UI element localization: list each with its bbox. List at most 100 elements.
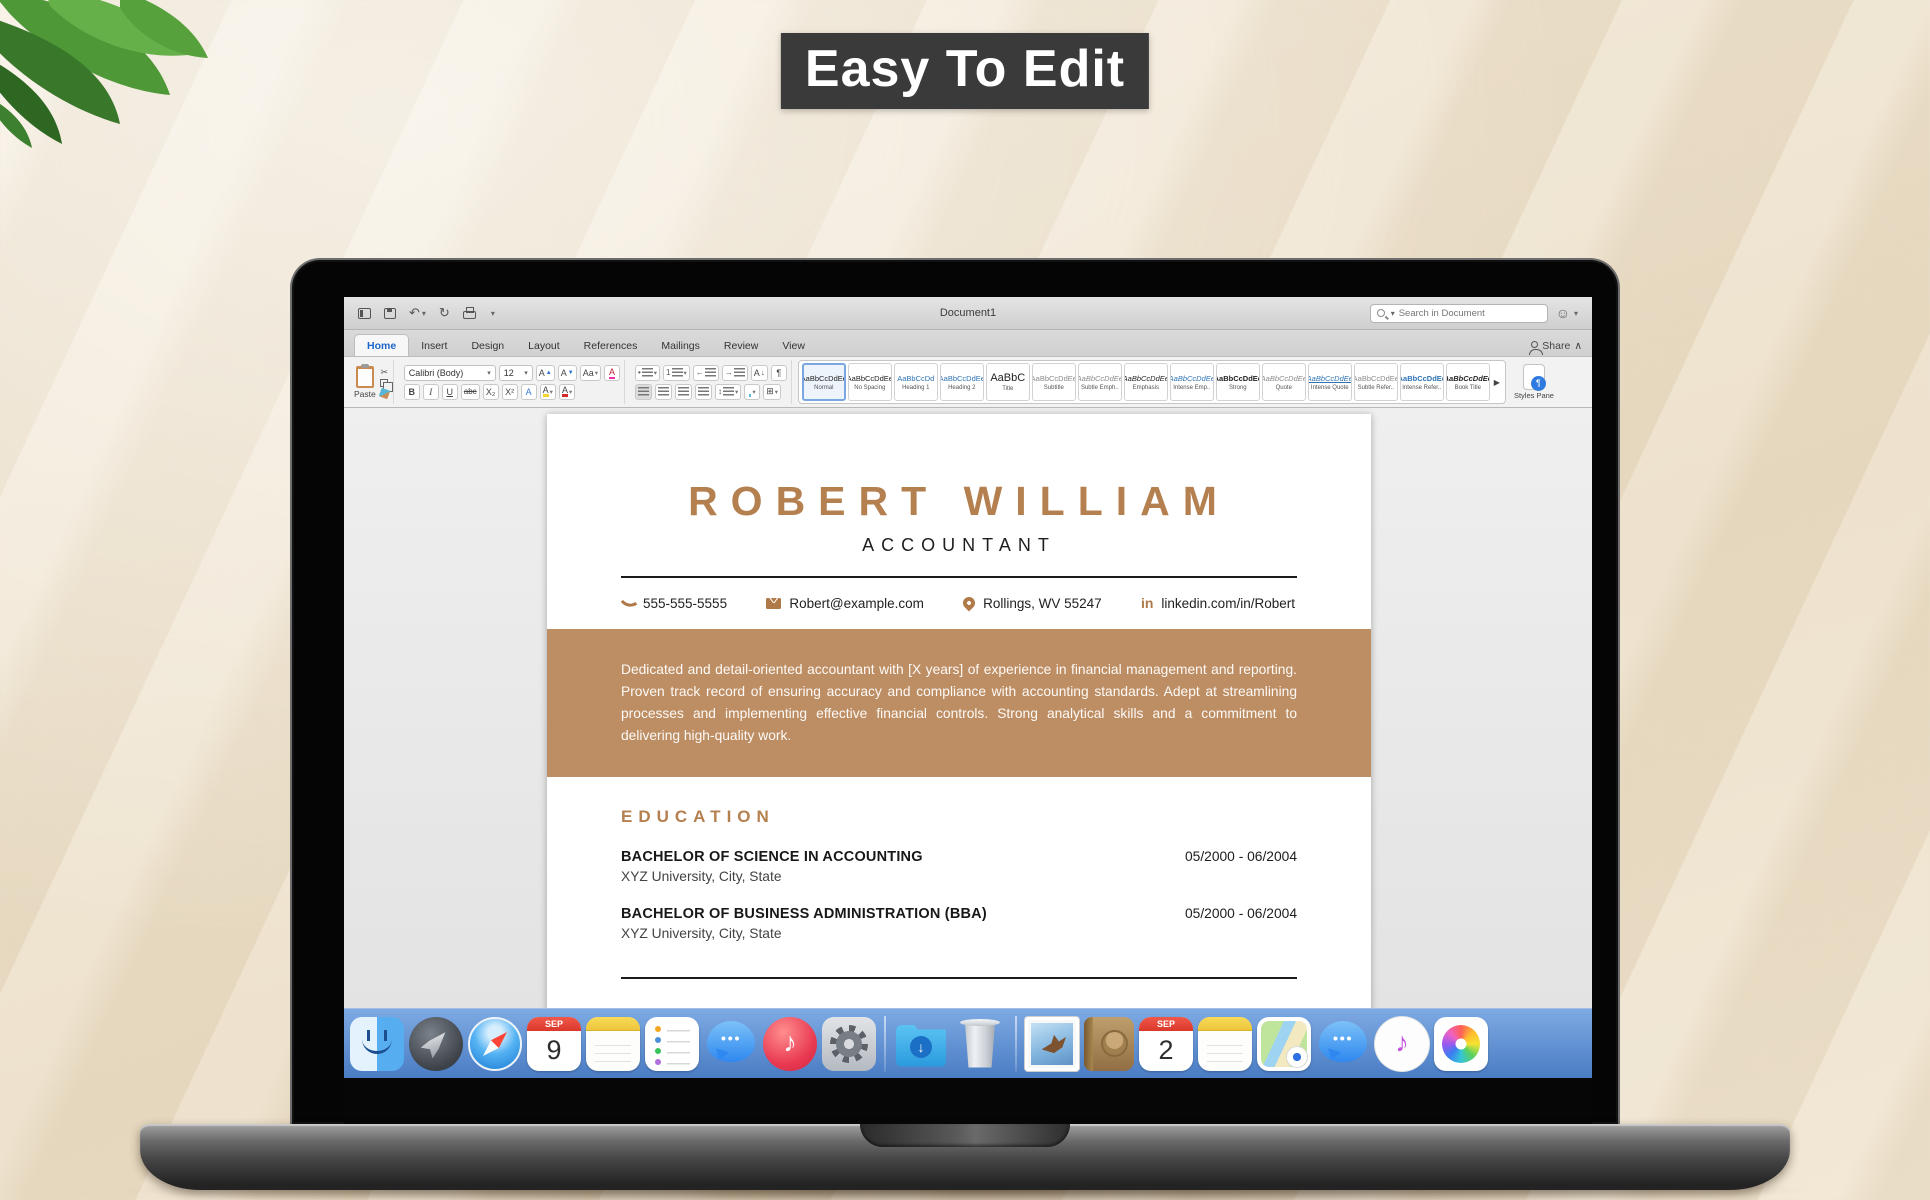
dock-reminders-icon[interactable]	[645, 1016, 699, 1071]
tab-design[interactable]: Design	[459, 335, 516, 356]
tab-view[interactable]: View	[770, 335, 817, 356]
dock-messages2-icon[interactable]	[1316, 1017, 1370, 1071]
paste-button[interactable]: Paste	[354, 363, 376, 399]
style-strong[interactable]: AaBbCcDdEe Strong	[1215, 363, 1260, 401]
align-left-button[interactable]	[634, 383, 652, 400]
dock-calendar2-icon[interactable]: SEP 2	[1139, 1016, 1193, 1071]
show-paragraph-marks-button[interactable]: ¶	[770, 364, 787, 381]
dock-calendar-icon[interactable]: SEP 9	[527, 1016, 581, 1071]
cut-icon[interactable]: ✂	[380, 367, 388, 377]
toolbar-options-icon[interactable]: ▾	[489, 309, 495, 318]
divider	[621, 576, 1297, 578]
subscript-button[interactable]: X₂	[482, 383, 499, 400]
dock-finder-icon[interactable]	[350, 1016, 404, 1071]
collapse-ribbon-icon[interactable]: ∧	[1574, 340, 1582, 352]
styles-overflow-icon[interactable]: ▶	[1492, 378, 1502, 387]
style-title[interactable]: AaBbC Title	[985, 363, 1030, 401]
change-case-button[interactable]: Aa ▾	[579, 364, 601, 381]
align-right-button[interactable]	[674, 383, 692, 400]
borders-button[interactable]: ⊞ ▾	[763, 383, 782, 400]
laptop-base	[140, 1124, 1790, 1190]
style-normal[interactable]: AaBbCcDdEe Normal	[801, 363, 846, 401]
grow-font-button[interactable]: A ▲	[535, 364, 555, 381]
contact-email: Robert@example.com	[766, 595, 924, 611]
search-input[interactable]	[1398, 307, 1541, 319]
ribbon-tab-row: Home Insert Design Layout References Mai…	[344, 330, 1592, 357]
undo-icon[interactable]: ↶ ▾	[409, 305, 426, 321]
search-icon	[1376, 309, 1385, 317]
clipboard-group: Paste ✂	[350, 360, 394, 404]
contact-linkedin: in linkedin.com/in/Robert	[1140, 595, 1295, 611]
justify-button[interactable]	[694, 383, 712, 400]
dock-downloads-icon[interactable]	[894, 1017, 948, 1071]
divider	[621, 977, 1297, 979]
styles-pane-button[interactable]: Styles Pane	[1512, 364, 1556, 400]
italic-button[interactable]: I	[422, 383, 439, 400]
copy-icon[interactable]	[380, 378, 394, 392]
word-titlebar: ↶▾ ↻ ▾ Document1 ▾ ☺▾	[344, 297, 1592, 330]
numbered-list-button[interactable]: 1 ▾	[663, 364, 690, 381]
style-book-title[interactable]: AaBbCcDdEe Book Title	[1445, 363, 1490, 401]
style-intense-quote[interactable]: AaBbCcDdEe Intense Quote	[1307, 363, 1352, 401]
bullet-list-button[interactable]: • ▾	[634, 364, 661, 381]
print-icon[interactable]	[462, 307, 476, 319]
style-heading-1[interactable]: AaBbCcDd Heading 1	[893, 363, 938, 401]
highlight-button[interactable]: A ▾	[539, 383, 556, 400]
line-spacing-button[interactable]: ↕ ▾	[714, 383, 742, 400]
style-emphasis[interactable]: AaBbCcDdEe Emphasis	[1123, 363, 1168, 401]
tab-insert[interactable]: Insert	[409, 335, 459, 356]
font-color-button[interactable]: A ▾	[558, 383, 576, 400]
align-center-button[interactable]	[654, 383, 672, 400]
styles-pane-icon	[1522, 364, 1546, 391]
style-subtitle[interactable]: AaBbCcDdEe Subtitle	[1031, 363, 1076, 401]
style-subtle-emphasis[interactable]: AaBbCcDdEe Subtle Emph..	[1077, 363, 1122, 401]
font-group: Calibri (Body) ▾ 12 ▾ A ▲ A ▼ Aa ▾ A B I U	[400, 360, 625, 404]
dock-trash-icon[interactable]	[953, 1017, 1007, 1071]
style-no-spacing[interactable]: AaBbCcDdEe No Spacing	[847, 363, 892, 401]
dock-safari-icon[interactable]	[468, 1016, 522, 1071]
redo-icon[interactable]: ↻	[439, 305, 450, 321]
superscript-button[interactable]: X²	[501, 383, 518, 400]
tab-home[interactable]: Home	[354, 334, 410, 356]
resume-page[interactable]: ROBERT WILLIAM ACCOUNTANT 555-555-5555 R…	[547, 414, 1371, 1008]
search-scope-dropdown-icon[interactable]: ▾	[1391, 309, 1395, 318]
bold-button[interactable]: B	[403, 383, 420, 400]
clear-formatting-button[interactable]: A	[603, 364, 620, 381]
dock-notes-icon[interactable]	[586, 1016, 640, 1071]
shading-button[interactable]: ▾	[744, 383, 761, 400]
dock-itunes2-icon[interactable]	[1375, 1016, 1429, 1071]
tab-mailings[interactable]: Mailings	[649, 335, 712, 356]
tab-layout[interactable]: Layout	[516, 335, 572, 356]
feedback-smiley-icon[interactable]: ☺ ▾	[1556, 305, 1578, 321]
dock-launchpad-icon[interactable]	[409, 1016, 463, 1071]
strikethrough-button[interactable]: abc	[460, 383, 480, 400]
outdent-button[interactable]: ←	[692, 364, 719, 381]
dock-itunes-icon[interactable]	[763, 1016, 817, 1071]
text-effects-button[interactable]: A	[520, 383, 537, 400]
dock-notes2-icon[interactable]	[1198, 1016, 1252, 1071]
underline-button[interactable]: U	[441, 383, 458, 400]
font-size-select[interactable]: 12 ▾	[498, 364, 533, 381]
search-box[interactable]: ▾	[1369, 303, 1548, 323]
sidebar-toggle-icon[interactable]	[358, 307, 371, 319]
style-subtle-reference[interactable]: AaBbCcDdEe Subtle Refer..	[1353, 363, 1398, 401]
style-intense-emphasis[interactable]: AaBbCcDdEe Intense Emp..	[1169, 363, 1214, 401]
style-heading-2[interactable]: AaBbCcDdEe Heading 2	[939, 363, 984, 401]
education-heading: EDUCATION	[621, 807, 775, 826]
dock-system-preferences-icon[interactable]	[822, 1016, 876, 1071]
share-button[interactable]: Share ∧	[1529, 340, 1582, 356]
sort-button[interactable]: A ↓	[750, 364, 768, 381]
dock-maps-icon[interactable]	[1257, 1016, 1311, 1071]
tab-references[interactable]: References	[572, 335, 650, 356]
indent-button[interactable]: →	[721, 364, 748, 381]
font-name-select[interactable]: Calibri (Body) ▾	[403, 364, 496, 381]
dock-photos-icon[interactable]	[1434, 1016, 1488, 1071]
style-quote[interactable]: AaBbCcDdEe Quote	[1261, 363, 1306, 401]
dock-messages-icon[interactable]	[704, 1017, 758, 1071]
shrink-font-button[interactable]: A ▼	[557, 364, 577, 381]
dock-mail-icon[interactable]	[1025, 1016, 1079, 1071]
style-intense-reference[interactable]: AaBbCcDdEe Intense Refer..	[1399, 363, 1444, 401]
dock-contacts-icon[interactable]	[1084, 1016, 1134, 1071]
tab-review[interactable]: Review	[712, 335, 770, 356]
save-icon[interactable]	[384, 307, 396, 319]
